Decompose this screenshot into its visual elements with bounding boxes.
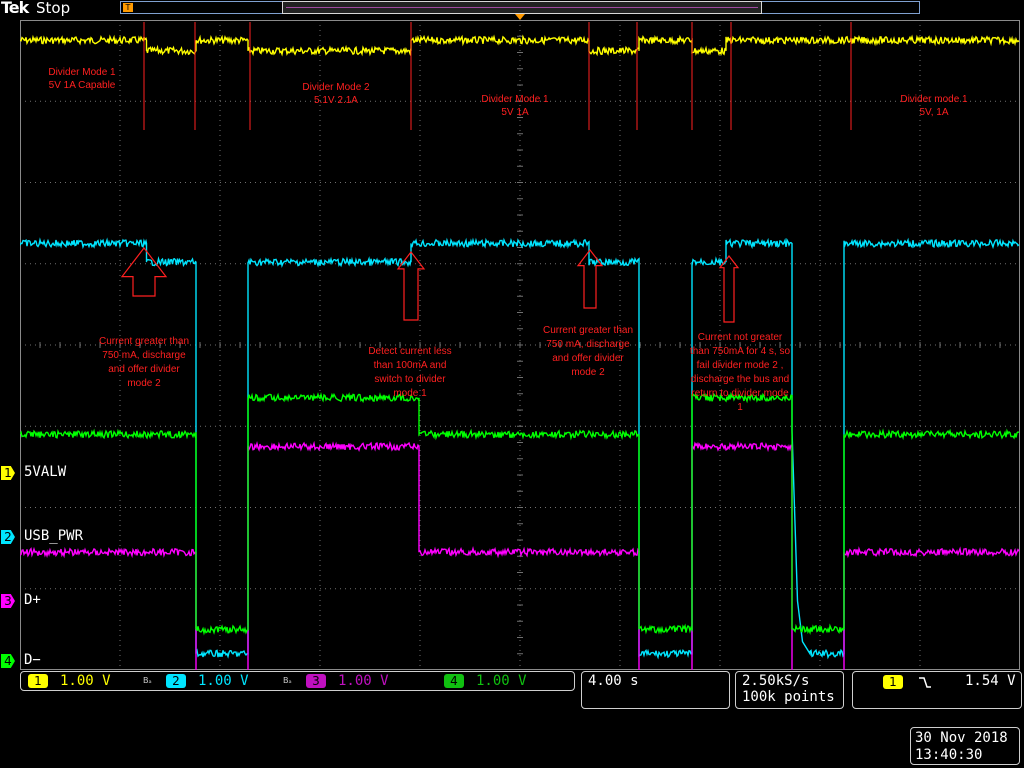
ch1-scale-readout[interactable]: 1 1.00 V xyxy=(28,673,111,689)
mode-label-title: Divider Mode 1 xyxy=(48,67,116,78)
up-arrow-icon xyxy=(576,249,604,309)
ch3-chip: 3 xyxy=(306,674,326,688)
annotation-note-line: 750 mA, discharge xyxy=(546,339,630,350)
annotations: Divider Mode 1 5V 1A Capable Divider Mode … xyxy=(48,22,968,413)
ch2-name-label: USB_PWR xyxy=(24,528,84,544)
ch4-name-label: D− xyxy=(24,652,41,668)
ch2-scale-value: 1.00 V xyxy=(198,673,249,689)
ch3-scale-readout[interactable]: 3 1.00 V xyxy=(306,673,389,689)
ch1-bw-limit-icon: Bₐ xyxy=(143,676,152,685)
mode-label-detail: 5V 1A Capable xyxy=(49,80,116,91)
annotation-note-line: Detect current less xyxy=(368,346,451,357)
trigger-position-marker[interactable]: T xyxy=(123,3,133,12)
waveform-display[interactable]: Divider Mode 1 5V 1A Capable Divider Mode … xyxy=(20,20,1020,670)
annotation-note-line: than 750mA for 4 s, so xyxy=(690,346,790,357)
ch3-scale-value: 1.00 V xyxy=(338,673,389,689)
ch3-ground-marker[interactable]: 3 xyxy=(1,594,15,608)
mode-label-title: Divider Mode 1 xyxy=(481,94,549,105)
ch4-scale-readout[interactable]: 4 1.00 V xyxy=(444,673,527,689)
timebase-value: 4.00 s xyxy=(588,673,639,689)
annotation-note-line: Current not greater xyxy=(698,332,783,343)
ch2-ground-marker[interactable]: 2 xyxy=(1,530,15,544)
annotation-note-line: and offer divider xyxy=(108,364,180,375)
ch4-chip: 4 xyxy=(444,674,464,688)
trigger-level: 1.54 V xyxy=(965,673,1016,689)
time: 13:40:30 xyxy=(915,747,983,763)
brand-logo: Tek xyxy=(1,0,29,17)
trigger-source-chip: 1 xyxy=(883,675,903,689)
trace-usb-pwr xyxy=(20,237,1020,660)
annotation-note-line: Current greater than xyxy=(543,325,633,336)
annotation-note-line: fail divider mode 2 , xyxy=(697,360,784,371)
annotation-note-line: 750 mA, discharge xyxy=(102,350,186,361)
record-length: 100k points xyxy=(742,689,835,705)
mode-label-detail: 5V 1A xyxy=(501,107,529,118)
annotation-note-line: mode 1 xyxy=(393,388,427,399)
ch2-bw-limit-icon: Bₐ xyxy=(283,676,292,685)
date: 30 Nov 2018 xyxy=(915,730,1008,746)
run-status: Stop xyxy=(36,0,71,17)
annotation-note-line: discharge the bus and xyxy=(691,374,789,385)
falling-edge-icon xyxy=(918,674,932,688)
mode-label-detail: 5.1V 2.1A xyxy=(314,95,358,106)
annotation-note-line: 1 xyxy=(737,402,743,413)
annotation-note-line: switch to divider xyxy=(374,374,446,385)
ch1-name-label: 5VALW xyxy=(24,464,67,480)
annotation-note-line: return to divider mode xyxy=(691,388,789,399)
annotation-note-line: than 100mA and xyxy=(374,360,447,371)
up-arrow-icon xyxy=(718,255,740,323)
mode-label-title: Divider mode 1 xyxy=(900,94,968,105)
mode-label-title: Divider Mode 2 xyxy=(302,82,370,93)
ch2-chip: 2 xyxy=(166,674,186,688)
record-view-window[interactable] xyxy=(282,1,762,14)
ch4-scale-value: 1.00 V xyxy=(476,673,527,689)
ch4-ground-marker[interactable]: 4 xyxy=(1,654,15,668)
ch1-chip: 1 xyxy=(28,674,48,688)
sample-rate: 2.50kS/s xyxy=(742,673,810,689)
annotation-note-line: mode 2 xyxy=(571,367,605,378)
annotation-note-line: mode 2 xyxy=(127,378,161,389)
mode-label-detail: 5V, 1A xyxy=(919,107,948,118)
status-bar: 1 1.00 V Bₐ 2 1.00 V Bₐ 3 1.00 V 4 1.00 V 4.… xyxy=(0,670,1024,768)
up-arrow-icon xyxy=(120,247,168,297)
annotation-note-line: and offer divider xyxy=(552,353,624,364)
annotation-note-line: Current greater than xyxy=(99,336,189,347)
scope-header: Tek Stop T xyxy=(0,0,1024,20)
ch1-scale-value: 1.00 V xyxy=(60,673,111,689)
ch2-scale-readout[interactable]: 2 1.00 V xyxy=(166,673,249,689)
ch3-name-label: D+ xyxy=(24,592,41,608)
ch1-ground-marker[interactable]: 1 xyxy=(1,466,15,480)
